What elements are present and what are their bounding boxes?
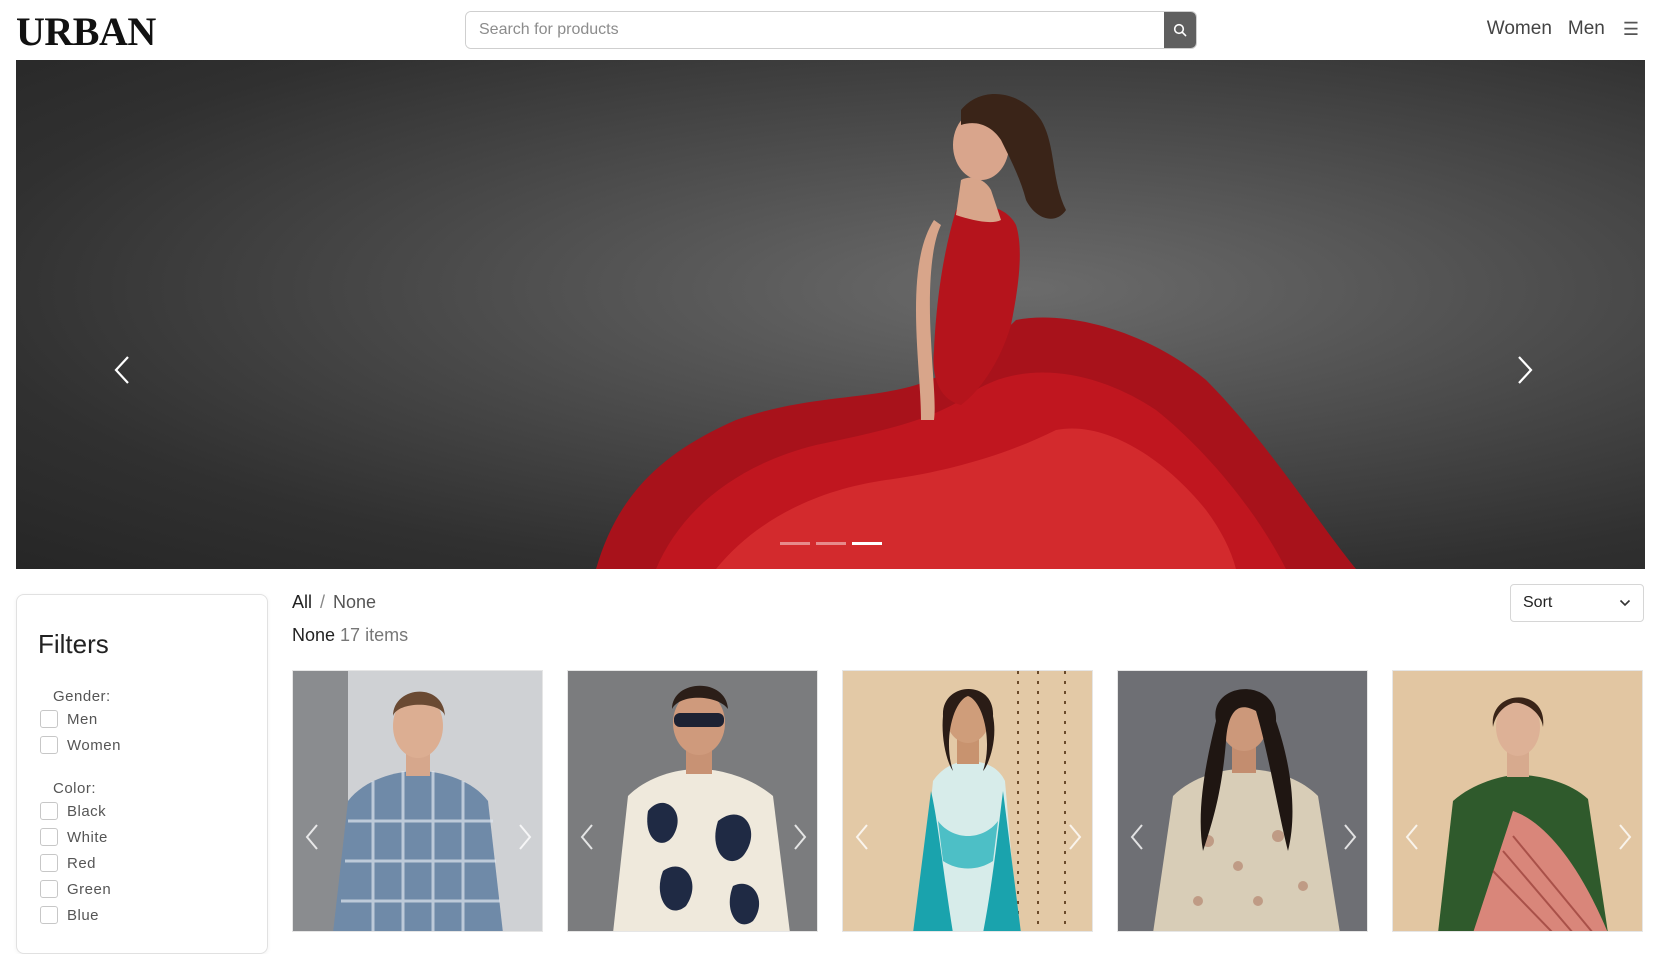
- filter-color-red[interactable]: Red: [40, 854, 96, 872]
- product-card[interactable]: [567, 670, 818, 932]
- carousel-indicators: [16, 542, 1645, 545]
- card-next-icon[interactable]: [1068, 823, 1082, 851]
- product-image: [843, 671, 1092, 931]
- chevron-down-icon: [1619, 599, 1631, 607]
- filters-panel: Filters Gender: Men Women Color: Black W…: [16, 594, 268, 954]
- breadcrumb-all[interactable]: All: [292, 592, 312, 612]
- search-button[interactable]: [1164, 12, 1196, 48]
- item-count: 17 items: [340, 625, 409, 645]
- card-next-icon[interactable]: [1343, 823, 1357, 851]
- filter-color-white[interactable]: White: [40, 828, 108, 846]
- breadcrumb-separator: /: [320, 592, 326, 612]
- hero-next-icon[interactable]: [1517, 355, 1533, 385]
- breadcrumb-current: None: [333, 592, 377, 612]
- product-grid: [292, 670, 1645, 932]
- hero-carousel: [16, 60, 1645, 569]
- product-image: [568, 671, 817, 931]
- card-next-icon[interactable]: [518, 823, 532, 851]
- search-input[interactable]: [466, 12, 1164, 48]
- carousel-indicator-1[interactable]: [779, 542, 810, 545]
- product-image: [293, 671, 542, 931]
- card-prev-icon[interactable]: [305, 823, 319, 851]
- main-nav: Women Men ☰: [1487, 18, 1639, 40]
- carousel-indicator-2[interactable]: [815, 542, 846, 545]
- nav-link-men[interactable]: Men: [1568, 18, 1605, 40]
- site-header: URBAN Women Men ☰: [0, 0, 1657, 60]
- nav-link-women[interactable]: Women: [1487, 18, 1552, 40]
- color-filter-label: Color:: [53, 780, 97, 797]
- card-prev-icon[interactable]: [580, 823, 594, 851]
- category-name: None: [292, 625, 336, 645]
- search-icon: [1173, 23, 1187, 37]
- search-bar: [465, 11, 1197, 49]
- checkbox[interactable]: [40, 710, 58, 728]
- product-card[interactable]: [1392, 670, 1643, 932]
- gender-filter-label: Gender:: [53, 688, 111, 705]
- card-prev-icon[interactable]: [855, 823, 869, 851]
- product-card[interactable]: [292, 670, 543, 932]
- card-next-icon[interactable]: [793, 823, 807, 851]
- filter-color-blue[interactable]: Blue: [40, 906, 99, 924]
- product-card[interactable]: [1117, 670, 1368, 932]
- product-card[interactable]: [842, 670, 1093, 932]
- filter-gender-women[interactable]: Women: [40, 736, 121, 754]
- hero-prev-icon[interactable]: [114, 355, 130, 385]
- checkbox[interactable]: [40, 828, 58, 846]
- menu-icon[interactable]: ☰: [1623, 19, 1639, 40]
- breadcrumb: All / None: [292, 592, 376, 613]
- product-image: [1393, 671, 1642, 931]
- card-prev-icon[interactable]: [1130, 823, 1144, 851]
- carousel-indicator-3[interactable]: [851, 542, 882, 545]
- product-image: [1118, 671, 1367, 931]
- hero-image: [596, 93, 1356, 569]
- sort-label: Sort: [1523, 594, 1553, 611]
- checkbox[interactable]: [40, 802, 58, 820]
- filter-color-black[interactable]: Black: [40, 802, 106, 820]
- result-summary: None 17 items: [292, 625, 408, 646]
- card-next-icon[interactable]: [1618, 823, 1632, 851]
- filter-gender-men[interactable]: Men: [40, 710, 98, 728]
- checkbox[interactable]: [40, 906, 58, 924]
- checkbox[interactable]: [40, 854, 58, 872]
- filter-color-green[interactable]: Green: [40, 880, 111, 898]
- sort-select[interactable]: Sort: [1510, 584, 1644, 622]
- card-prev-icon[interactable]: [1405, 823, 1419, 851]
- checkbox[interactable]: [40, 736, 58, 754]
- filters-title: Filters: [38, 629, 109, 659]
- brand-logo[interactable]: URBAN: [16, 8, 156, 55]
- checkbox[interactable]: [40, 880, 58, 898]
